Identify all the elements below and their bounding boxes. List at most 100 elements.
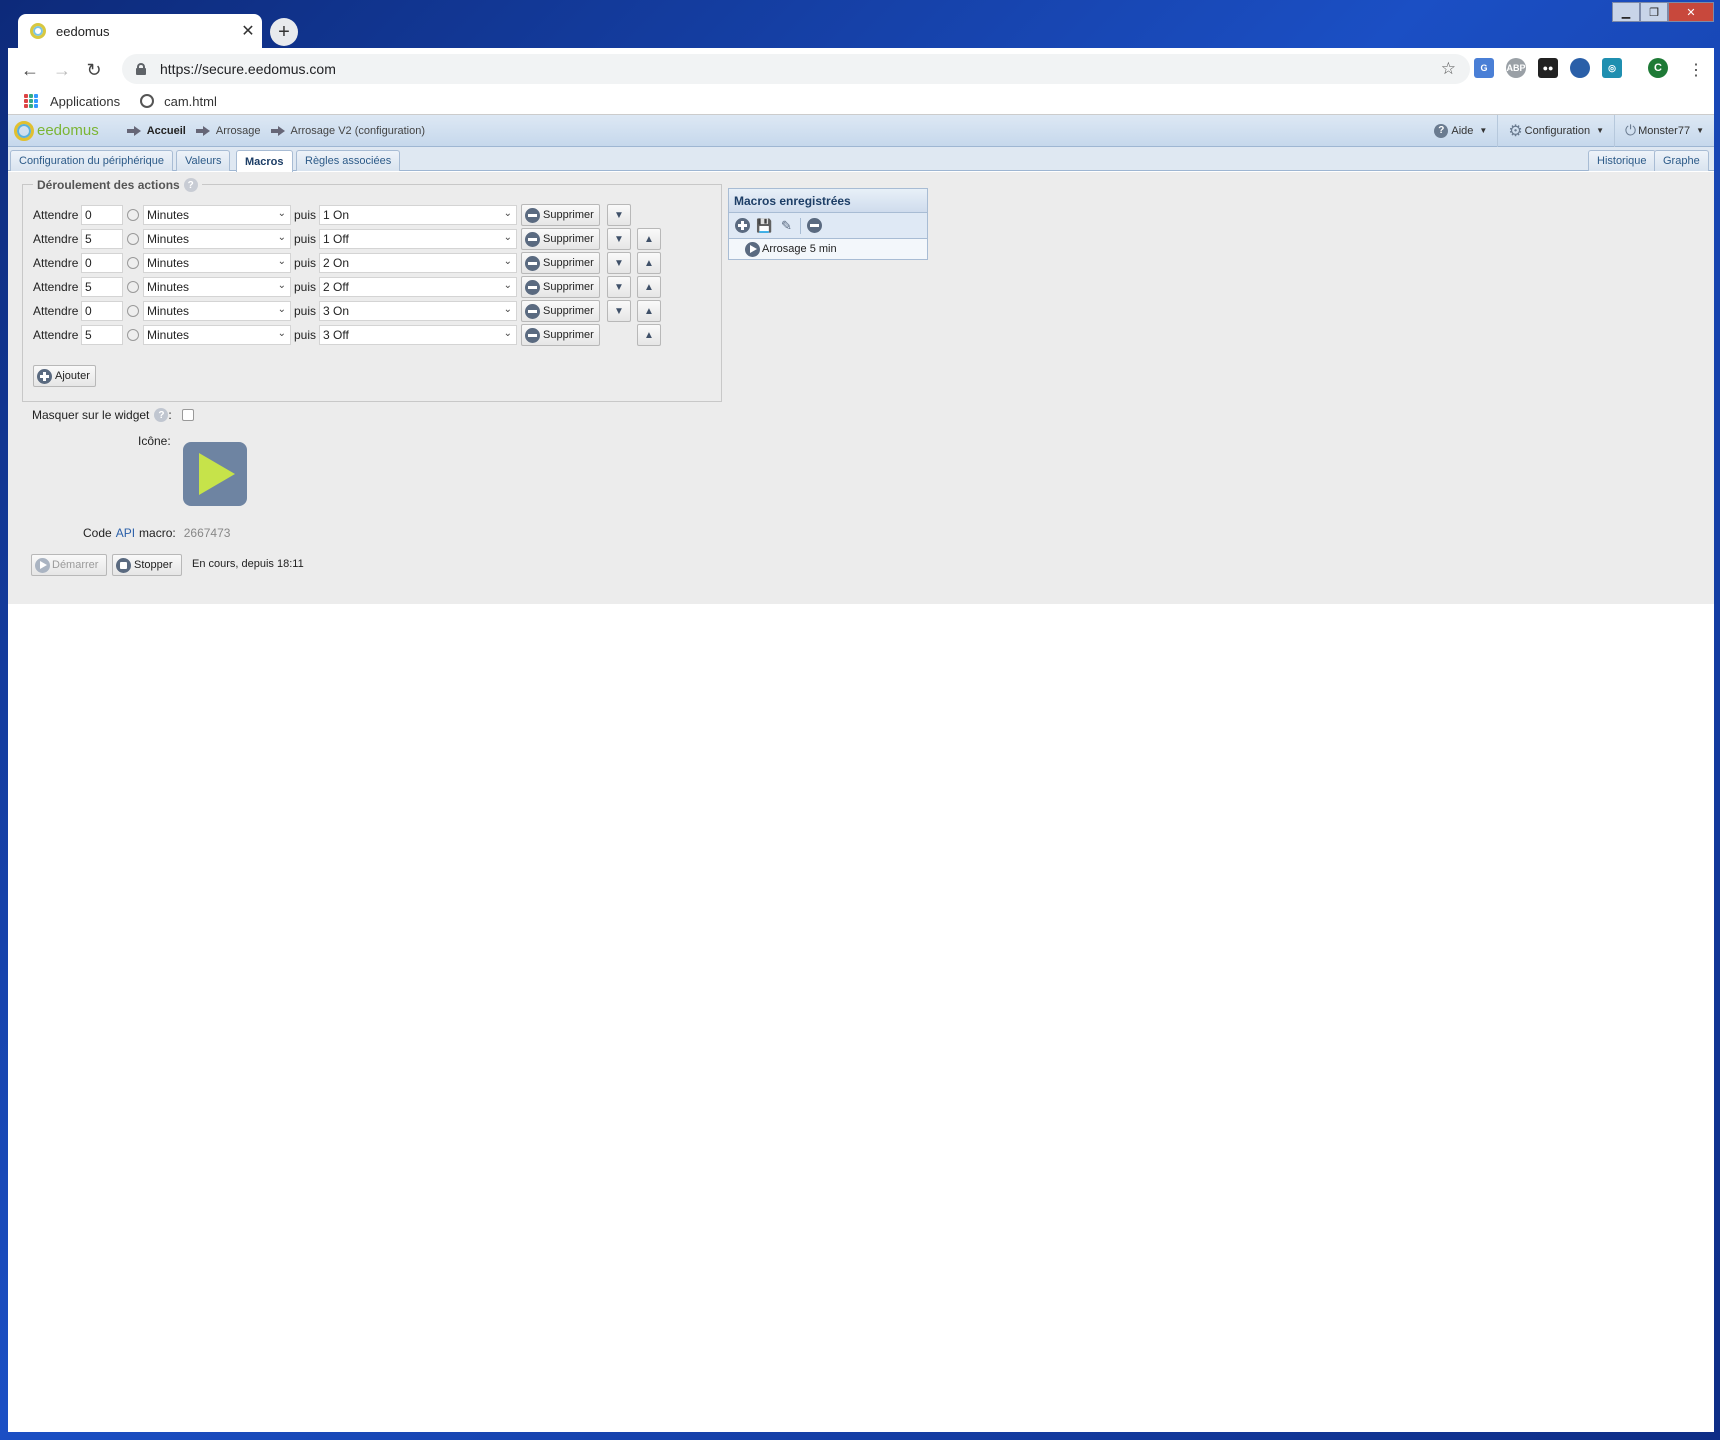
radio-button[interactable] [127, 305, 139, 317]
maximize-button[interactable]: ❐ [1640, 2, 1668, 22]
tab-graph[interactable]: Graphe [1654, 150, 1709, 171]
back-icon[interactable]: ← [16, 56, 44, 84]
profile-avatar[interactable]: C [1648, 58, 1668, 78]
wait-input[interactable]: 5 [81, 277, 123, 297]
action-select[interactable]: 1 On ⌄ [319, 205, 518, 225]
radio-button[interactable] [127, 209, 139, 221]
move-up-icon[interactable]: ▲ [637, 300, 661, 322]
api-link[interactable]: API [116, 526, 135, 540]
window-close-button[interactable]: ✕ [1668, 2, 1714, 22]
action-select[interactable]: 2 Off ⌄ [319, 277, 518, 297]
hide-widget-checkbox[interactable] [181, 409, 194, 421]
new-tab-button[interactable]: + [270, 18, 298, 46]
delete-button[interactable]: Supprimer [521, 252, 600, 274]
kebab-menu-icon[interactable]: ⋮ [1682, 56, 1710, 84]
tab-values[interactable]: Valeurs [176, 150, 231, 171]
bookmark-applications[interactable]: Applications [50, 94, 120, 109]
camera-ext-icon[interactable]: ◎ [1602, 58, 1622, 78]
radio-button[interactable] [127, 257, 139, 269]
then-label: puis [294, 304, 317, 318]
move-up-icon[interactable]: ▲ [637, 228, 661, 250]
tab-device-config[interactable]: Configuration du périphérique [10, 150, 173, 171]
unit-select[interactable]: Minutes ⌄ [143, 205, 291, 225]
minimize-button[interactable]: ▁ [1612, 2, 1640, 22]
unit-select[interactable]: Minutes ⌄ [143, 253, 291, 273]
bookmark-cam-html[interactable]: cam.html [164, 94, 217, 109]
reload-icon[interactable]: ↻ [80, 56, 108, 84]
unit-select[interactable]: Minutes ⌄ [143, 229, 291, 249]
unit-select[interactable]: Minutes ⌄ [143, 301, 291, 321]
unit-select[interactable]: Minutes ⌄ [143, 277, 291, 297]
action-select[interactable]: 3 On ⌄ [319, 301, 518, 321]
address-bar[interactable]: https://secure.eedomus.com ☆ [122, 54, 1470, 84]
delete-button[interactable]: Supprimer [521, 300, 600, 322]
move-down-icon[interactable]: ▼ [607, 228, 631, 250]
help-icon[interactable]: ? [183, 178, 198, 192]
user-menu[interactable]: ⏻ Monster77 ▼ [1614, 114, 1714, 147]
macro-play-icon[interactable] [183, 442, 247, 506]
tab-close-icon[interactable]: ✕ [234, 21, 262, 41]
breadcrumb-current[interactable]: Arrosage V2 (configuration) [270, 124, 426, 137]
eedomus-logo[interactable]: eedomus [14, 120, 99, 141]
forward-icon[interactable]: → [48, 56, 76, 84]
help-icon[interactable]: ? [154, 408, 169, 422]
unit-select[interactable]: Minutes ⌄ [143, 325, 291, 345]
breadcrumb-home[interactable]: Accueil [126, 125, 186, 137]
add-action-button[interactable]: Ajouter [33, 365, 96, 387]
start-button[interactable]: Démarrer [31, 554, 108, 576]
delete-button[interactable]: Supprimer [521, 276, 600, 298]
breadcrumb-arrosage[interactable]: Arrosage [195, 125, 261, 137]
help-menu[interactable]: ? Aide ▼ [1424, 115, 1497, 147]
hide-widget-row: Masquer sur le widget ? : [32, 408, 194, 422]
action-select[interactable]: 1 Off ⌄ [319, 229, 518, 249]
delete-label: Supprimer [543, 305, 594, 317]
delete-button[interactable]: Supprimer [521, 228, 600, 250]
move-down-icon[interactable]: ▼ [607, 252, 631, 274]
radio-button[interactable] [127, 233, 139, 245]
chevron-down-icon: ⌄ [277, 280, 286, 291]
tab-associated-rules[interactable]: Règles associées [296, 150, 401, 171]
move-up-icon[interactable]: ▲ [637, 324, 661, 346]
globe-ext-icon[interactable] [1570, 58, 1590, 78]
radio-button[interactable] [127, 281, 139, 293]
wait-input[interactable]: 0 [81, 253, 123, 273]
move-up-icon[interactable]: ▲ [637, 252, 661, 274]
configuration-menu[interactable]: ⚙ Configuration ▼ [1497, 114, 1614, 147]
wait-input[interactable]: 0 [81, 205, 123, 225]
add-macro-icon[interactable] [734, 217, 751, 234]
caret-down-icon: ▼ [1479, 126, 1488, 135]
plus-icon [37, 368, 52, 384]
save-icon[interactable]: 💾 [756, 217, 773, 234]
breadcrumb-label: Arrosage V2 (configuration) [290, 124, 426, 137]
tab-macros[interactable]: Macros [236, 150, 293, 172]
wait-input[interactable]: 5 [81, 325, 123, 345]
move-down-icon[interactable]: ▼ [607, 204, 631, 226]
remove-macro-icon[interactable] [806, 217, 823, 234]
apps-grid-icon[interactable] [24, 94, 38, 108]
bookmark-star-icon[interactable]: ☆ [1441, 59, 1456, 79]
globe-icon [140, 94, 155, 108]
tab-history[interactable]: Historique [1588, 150, 1656, 171]
edit-pencil-icon[interactable]: ✎ [778, 217, 795, 234]
translate-icon[interactable]: G [1474, 58, 1494, 78]
tampermonkey-icon[interactable]: ●● [1538, 58, 1558, 78]
configuration-label: Configuration [1524, 124, 1591, 137]
wait-input[interactable]: 0 [81, 301, 123, 321]
delete-button[interactable]: Supprimer [521, 324, 600, 346]
wait-input[interactable]: 5 [81, 229, 123, 249]
move-down-icon[interactable]: ▼ [607, 300, 631, 322]
action-value: 1 On [323, 208, 350, 222]
help-label: Aide [1451, 124, 1474, 137]
browser-tab[interactable]: eedomus ✕ [18, 14, 262, 48]
delete-button[interactable]: Supprimer [521, 204, 600, 226]
action-select[interactable]: 3 Off ⌄ [319, 325, 518, 345]
adblock-icon[interactable]: ABP [1506, 58, 1526, 78]
lock-icon [136, 63, 146, 75]
chevron-down-icon: ⌄ [503, 304, 513, 315]
radio-button[interactable] [127, 329, 139, 341]
move-up-icon[interactable]: ▲ [637, 276, 661, 298]
stop-button[interactable]: Stopper [112, 554, 182, 576]
move-down-icon[interactable]: ▼ [607, 276, 631, 298]
action-select[interactable]: 2 On ⌄ [319, 253, 518, 273]
saved-macro-item[interactable]: Arrosage 5 min [729, 239, 927, 259]
